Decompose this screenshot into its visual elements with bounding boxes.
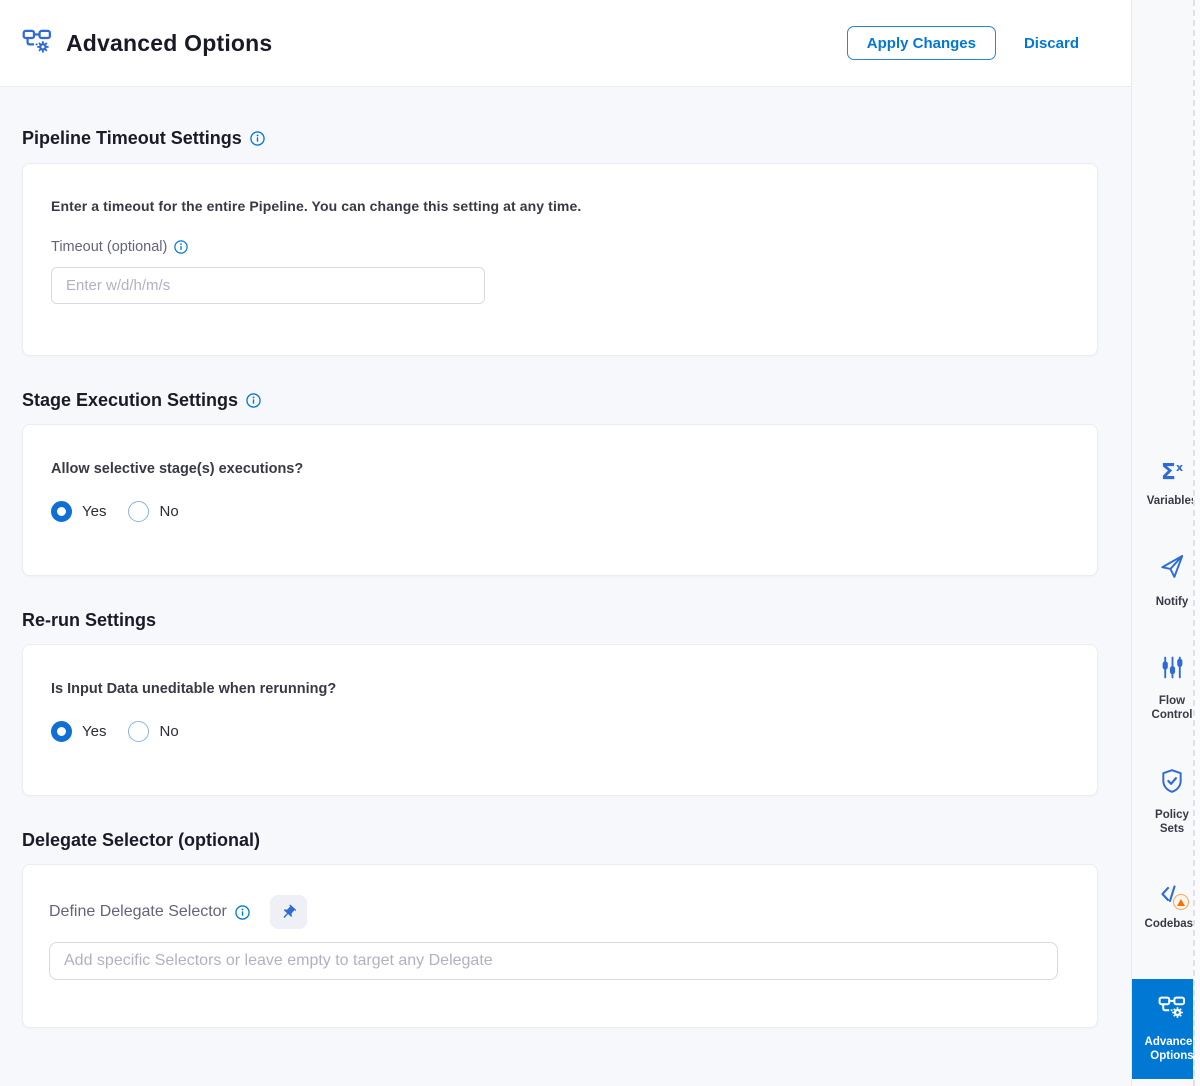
main-panel: Advanced Options Apply Changes Discard P… xyxy=(0,0,1131,1086)
radio-no-label: No xyxy=(159,723,178,740)
radio-selected-icon[interactable] xyxy=(51,501,72,522)
radio-yes-label: Yes xyxy=(82,723,106,740)
delegate-heading-text: Delegate Selector (optional) xyxy=(22,830,260,850)
timeout-field-label: Timeout (optional) xyxy=(51,239,167,255)
radio-selected-icon[interactable] xyxy=(51,721,72,742)
title-group: Advanced Options xyxy=(22,27,847,60)
nav-item-flow-control[interactable]: Flow Control xyxy=(1132,655,1193,722)
radio-unselected-icon[interactable] xyxy=(128,721,149,742)
stage-execution-heading-text: Stage Execution Settings xyxy=(22,390,238,410)
info-icon[interactable] xyxy=(174,240,188,254)
notify-icon xyxy=(1159,554,1186,586)
nav-label: Advanced Options xyxy=(1142,1035,1193,1063)
pipeline-advanced-options-panel: Advanced Options Apply Changes Discard P… xyxy=(0,0,1200,1086)
warning-triangle-icon xyxy=(1177,899,1185,906)
radio-no-label: No xyxy=(159,503,178,520)
variables-icon: Σx xyxy=(1161,456,1183,485)
nav-item-advanced-options[interactable]: Advanced Options xyxy=(1132,979,1193,1079)
rerun-heading-text: Re-run Settings xyxy=(22,610,156,630)
rerun-question: Is Input Data uneditable when rerunning? xyxy=(51,681,1069,697)
nav-label: Variables xyxy=(1142,494,1193,508)
timeout-input[interactable] xyxy=(51,267,485,304)
nav-label: Policy Sets xyxy=(1142,808,1193,836)
delegate-section-heading: Delegate Selector (optional) xyxy=(22,830,1098,850)
nav-item-policy-sets[interactable]: Policy Sets xyxy=(1132,768,1193,836)
header-actions: Apply Changes Discard xyxy=(847,26,1079,60)
delegate-card: Define Delegate Selector xyxy=(22,864,1098,1028)
advanced-options-icon xyxy=(1158,994,1186,1025)
delegate-selector-input[interactable] xyxy=(49,942,1058,980)
radio-option-yes[interactable]: Yes xyxy=(51,721,106,742)
timeout-section-heading: Pipeline Timeout Settings xyxy=(22,128,1098,148)
panel-header: Advanced Options Apply Changes Discard xyxy=(0,0,1131,87)
timeout-heading-text: Pipeline Timeout Settings xyxy=(22,128,242,148)
studio-right-nav: Σx Variables Notify xyxy=(1131,0,1193,1086)
radio-option-no[interactable]: No xyxy=(128,501,178,522)
canvas-edge-divider xyxy=(1193,0,1200,1086)
radio-option-no[interactable]: No xyxy=(128,721,178,742)
nav-label: Flow Control xyxy=(1142,694,1193,722)
settings-content: Pipeline Timeout Settings Enter a timeou… xyxy=(0,87,1131,1028)
advanced-options-icon xyxy=(22,27,52,60)
stage-execution-question: Allow selective stage(s) executions? xyxy=(51,461,1069,477)
radio-unselected-icon[interactable] xyxy=(128,501,149,522)
timeout-card: Enter a timeout for the entire Pipeline.… xyxy=(22,163,1098,356)
nav-label: Notify xyxy=(1142,595,1193,609)
discard-button[interactable]: Discard xyxy=(1024,35,1079,52)
info-icon[interactable] xyxy=(250,131,265,146)
pin-delegate-button[interactable] xyxy=(270,895,307,929)
info-icon[interactable] xyxy=(235,905,250,920)
radio-option-yes[interactable]: Yes xyxy=(51,501,106,522)
codebase-icon xyxy=(1159,882,1185,908)
timeout-field-label-row: Timeout (optional) xyxy=(51,239,1069,255)
nav-item-variables[interactable]: Σx Variables xyxy=(1132,456,1193,508)
nav-label: Codebase xyxy=(1142,917,1193,931)
radio-yes-label: Yes xyxy=(82,503,106,520)
nav-item-codebase[interactable]: Codebase xyxy=(1132,882,1193,931)
stage-execution-section-heading: Stage Execution Settings xyxy=(22,390,1098,410)
rerun-card: Is Input Data uneditable when rerunning?… xyxy=(22,644,1098,796)
stage-execution-radio-group: Yes No xyxy=(51,501,1069,522)
info-icon[interactable] xyxy=(246,393,261,408)
delegate-field-label-row: Define Delegate Selector xyxy=(49,895,1069,929)
nav-item-notify[interactable]: Notify xyxy=(1132,554,1193,609)
stage-execution-card: Allow selective stage(s) executions? Yes… xyxy=(22,424,1098,576)
policy-sets-icon xyxy=(1159,768,1185,799)
rerun-radio-group: Yes No xyxy=(51,721,1069,742)
pushpin-icon xyxy=(276,900,300,924)
flow-control-icon xyxy=(1160,655,1185,685)
codebase-warning-badge xyxy=(1173,894,1189,910)
timeout-description: Enter a timeout for the entire Pipeline.… xyxy=(51,198,1069,214)
page-title: Advanced Options xyxy=(66,30,272,57)
delegate-field-label: Define Delegate Selector xyxy=(49,903,227,921)
apply-changes-button[interactable]: Apply Changes xyxy=(847,26,996,60)
rerun-section-heading: Re-run Settings xyxy=(22,610,1098,630)
